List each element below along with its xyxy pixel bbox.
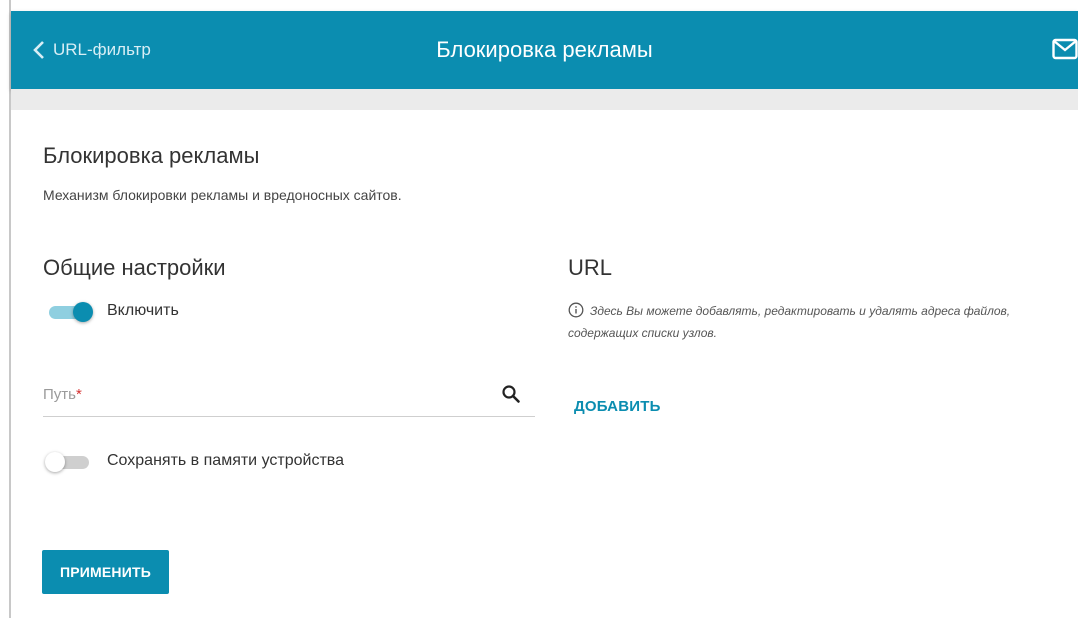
header-bar: URL-фильтр Блокировка рекламы bbox=[11, 11, 1078, 89]
page-description: Механизм блокировки рекламы и вредоносны… bbox=[43, 187, 402, 203]
path-input[interactable]: Путь* bbox=[43, 380, 535, 417]
mail-icon[interactable] bbox=[1052, 38, 1078, 60]
path-placeholder: Путь* bbox=[43, 386, 82, 403]
enable-toggle-label: Включить bbox=[107, 302, 179, 319]
apply-button[interactable]: ПРИМЕНИТЬ bbox=[42, 550, 169, 594]
enable-toggle[interactable] bbox=[45, 302, 95, 322]
url-info: Здесь Вы можете добавлять, редактировать… bbox=[568, 300, 1028, 344]
url-section-title: URL bbox=[568, 255, 613, 280]
path-placeholder-text: Путь bbox=[43, 386, 76, 403]
info-icon bbox=[568, 302, 584, 318]
add-url-button[interactable]: ДОБАВИТЬ bbox=[574, 398, 661, 415]
enable-toggle-knob bbox=[73, 302, 93, 322]
general-settings-title: Общие настройки bbox=[43, 255, 226, 280]
page-title: Блокировка рекламы bbox=[43, 143, 260, 168]
save-to-memory-label: Сохранять в памяти устройства bbox=[107, 452, 344, 469]
url-info-text: Здесь Вы можете добавлять, редактировать… bbox=[568, 304, 1011, 340]
required-mark: * bbox=[75, 386, 82, 403]
header-title: Блокировка рекламы bbox=[436, 37, 653, 62]
save-to-memory-toggle[interactable] bbox=[43, 452, 93, 472]
save-toggle-knob bbox=[45, 452, 65, 472]
content-top-band bbox=[11, 89, 1078, 110]
search-icon[interactable] bbox=[501, 384, 521, 404]
